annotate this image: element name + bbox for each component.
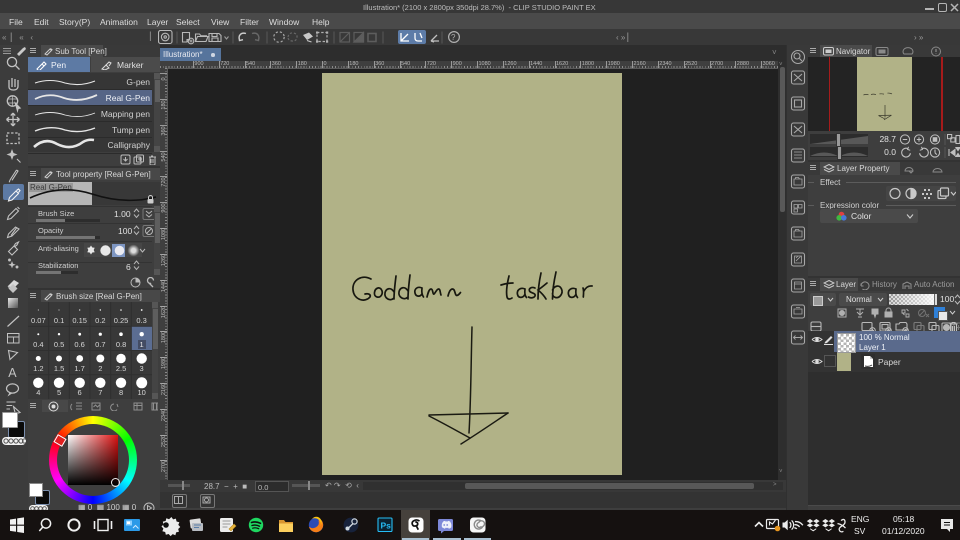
svg-text:Ps: Ps [381,521,392,531]
svg-text:?: ? [451,33,456,42]
svg-text:A: A [8,366,17,380]
